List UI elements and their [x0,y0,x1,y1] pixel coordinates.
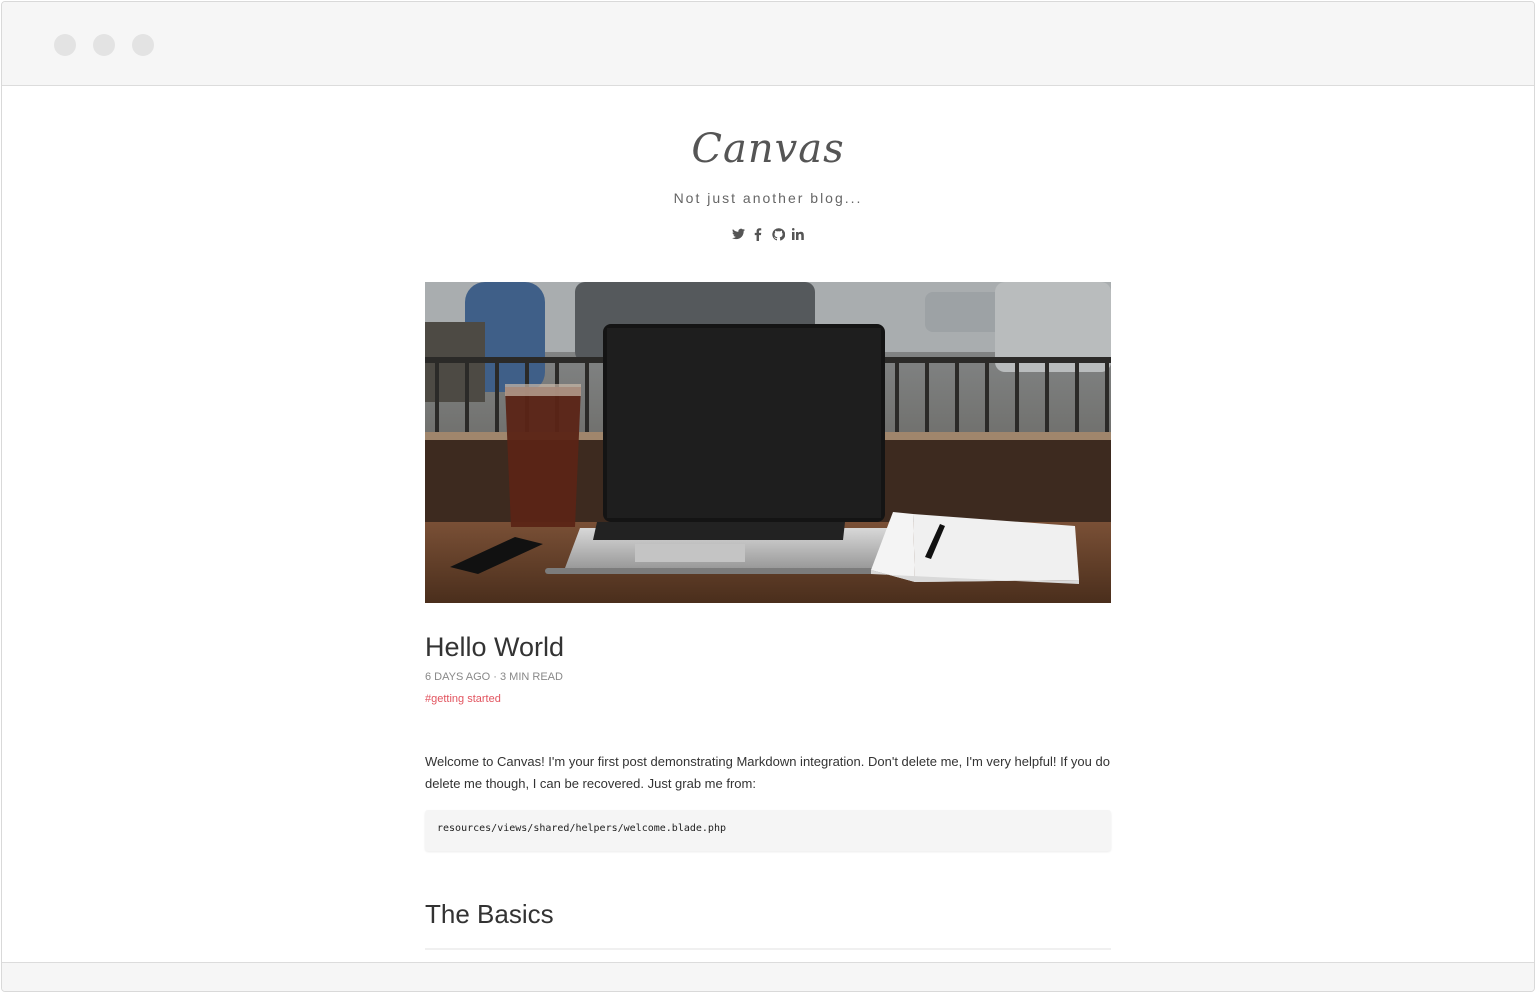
site-tagline: Not just another blog... [673,190,863,206]
post-hero-image [425,282,1111,603]
window-close-button[interactable] [54,34,76,56]
facebook-icon[interactable] [751,227,765,241]
page-content: Canvas Not just another blog... Hello Wo… [2,86,1534,962]
linkedin-icon[interactable] [791,227,805,241]
post-tag-link[interactable]: #getting started [425,693,501,705]
twitter-icon[interactable] [731,227,745,241]
post-intro-paragraph: Welcome to Canvas! I'm your first post d… [425,754,1110,791]
window-minimize-button[interactable] [93,34,115,56]
window-titlebar [2,2,1534,86]
site-logo[interactable]: Canvas [2,126,1534,172]
section-divider [425,948,1111,950]
github-icon[interactable] [771,227,785,241]
window-bottom-bar [2,962,1534,991]
post-meta: 6 DAYS AGO · 3 MIN READ [425,671,563,683]
browser-window: Canvas Not just another blog... Hello Wo… [1,1,1535,992]
window-maximize-button[interactable] [132,34,154,56]
code-block: resources/views/shared/helpers/welcome.b… [425,810,1111,851]
code-path: resources/views/shared/helpers/welcome.b… [437,823,726,834]
social-links [2,227,1534,241]
section-heading: The Basics [425,899,554,929]
post-title[interactable]: Hello World [425,632,564,663]
